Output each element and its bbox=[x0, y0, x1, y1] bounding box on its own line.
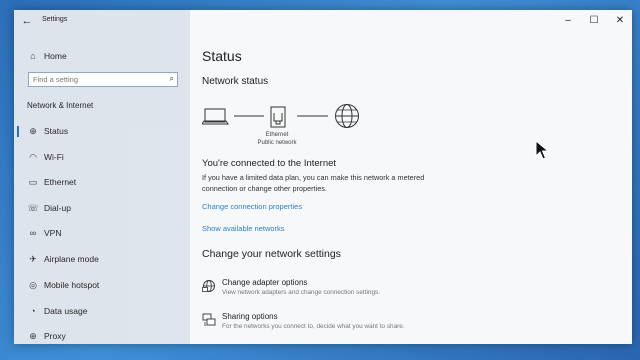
connection-description: If you have a limited data plan, you can… bbox=[202, 173, 425, 193]
sidebar-item-wifi[interactable]: ◠ Wi-Fi bbox=[14, 147, 190, 167]
ethernet-port-icon bbox=[270, 106, 286, 128]
sidebar-item-ethernet[interactable]: ▭ Ethernet bbox=[14, 172, 190, 192]
proxy-icon: ⊕ bbox=[29, 331, 37, 341]
home-icon: ⌂ bbox=[30, 51, 36, 61]
airplane-icon: ✈ bbox=[29, 254, 37, 264]
maximize-button[interactable]: ☐ bbox=[583, 12, 605, 30]
sidebar-item-label: Data usage bbox=[44, 306, 88, 316]
section-heading: Network & Internet bbox=[27, 101, 94, 110]
ethernet-icon: ▭ bbox=[28, 177, 38, 187]
sidebar-item-data-usage[interactable]: ◔ Data usage bbox=[14, 301, 190, 321]
sidebar-item-vpn[interactable]: ∞ VPN bbox=[14, 223, 190, 243]
network-status-heading: Network status bbox=[202, 76, 269, 87]
title-bar: ← Settings – ☐ ✕ bbox=[14, 10, 632, 32]
network-diagram: Ethernet Public network bbox=[202, 103, 372, 151]
sharing-options-icon bbox=[202, 313, 216, 326]
change-network-settings-heading: Change your network settings bbox=[202, 248, 341, 260]
vpn-icon: ∞ bbox=[29, 228, 37, 238]
sidebar-item-airplane-mode[interactable]: ✈ Airplane mode bbox=[14, 249, 190, 269]
sidebar-item-label: Airplane mode bbox=[44, 254, 99, 264]
globe-status-icon: ⊕ bbox=[29, 126, 37, 136]
sidebar-item-mobile-hotspot[interactable]: ◎ Mobile hotspot bbox=[14, 275, 190, 295]
option-description: For the networks you connect to, decide … bbox=[222, 323, 405, 330]
mouse-cursor-icon bbox=[535, 140, 549, 160]
option-title: Change adapter options bbox=[222, 278, 308, 287]
connection-status-text: You're connected to the Internet bbox=[202, 158, 337, 169]
window-title: Settings bbox=[42, 16, 68, 23]
laptop-icon bbox=[202, 108, 229, 125]
back-button[interactable]: ← bbox=[18, 13, 36, 29]
wifi-icon: ◠ bbox=[29, 152, 37, 162]
settings-window: ⌂ Home ⌕ Network & Internet ⊕ Status ◠ W… bbox=[14, 10, 632, 344]
change-adapter-options[interactable]: Change adapter options View network adap… bbox=[202, 278, 462, 306]
sidebar-item-label: Wi-Fi bbox=[44, 152, 64, 162]
sidebar-item-dialup[interactable]: ☏ Dial-up bbox=[14, 198, 190, 218]
sidebar-item-label: Dial-up bbox=[44, 203, 71, 213]
sidebar-item-label: Mobile hotspot bbox=[44, 280, 100, 290]
sidebar-item-label: VPN bbox=[44, 228, 62, 238]
search-box[interactable]: ⌕ bbox=[28, 72, 178, 87]
data-usage-icon: ◔ bbox=[30, 306, 36, 316]
search-input[interactable] bbox=[33, 74, 158, 85]
hotspot-icon: ◎ bbox=[29, 280, 37, 290]
sharing-options[interactable]: Sharing options For the networks you con… bbox=[202, 312, 462, 340]
show-available-networks-link[interactable]: Show available networks bbox=[202, 224, 285, 233]
sidebar-item-label: Ethernet bbox=[44, 177, 77, 187]
adapter-label: Ethernet bbox=[265, 132, 289, 138]
sidebar-item-proxy[interactable]: ⊕ Proxy bbox=[14, 326, 190, 344]
sidebar: ⌂ Home ⌕ Network & Internet ⊕ Status ◠ W… bbox=[14, 10, 190, 344]
option-title: Sharing options bbox=[222, 312, 278, 321]
close-button[interactable]: ✕ bbox=[609, 12, 631, 30]
sidebar-item-label: Proxy bbox=[44, 331, 66, 341]
page-title: Status bbox=[202, 48, 242, 64]
network-type-label: Public network bbox=[257, 140, 297, 146]
minimize-button[interactable]: – bbox=[557, 12, 579, 30]
dialup-icon: ☏ bbox=[27, 203, 39, 213]
search-icon[interactable]: ⌕ bbox=[170, 74, 174, 84]
change-connection-properties-link[interactable]: Change connection properties bbox=[202, 202, 302, 211]
main-content: Status Network status Ethernet Public ne… bbox=[190, 10, 632, 344]
sidebar-item-label: Status bbox=[44, 126, 69, 136]
home-nav-item[interactable]: ⌂ Home bbox=[14, 46, 190, 66]
option-description: View network adapters and change connect… bbox=[222, 289, 380, 296]
adapter-options-icon bbox=[202, 280, 215, 292]
sidebar-item-status[interactable]: ⊕ Status bbox=[14, 121, 190, 141]
home-label: Home bbox=[44, 51, 67, 61]
globe-icon bbox=[335, 104, 359, 128]
